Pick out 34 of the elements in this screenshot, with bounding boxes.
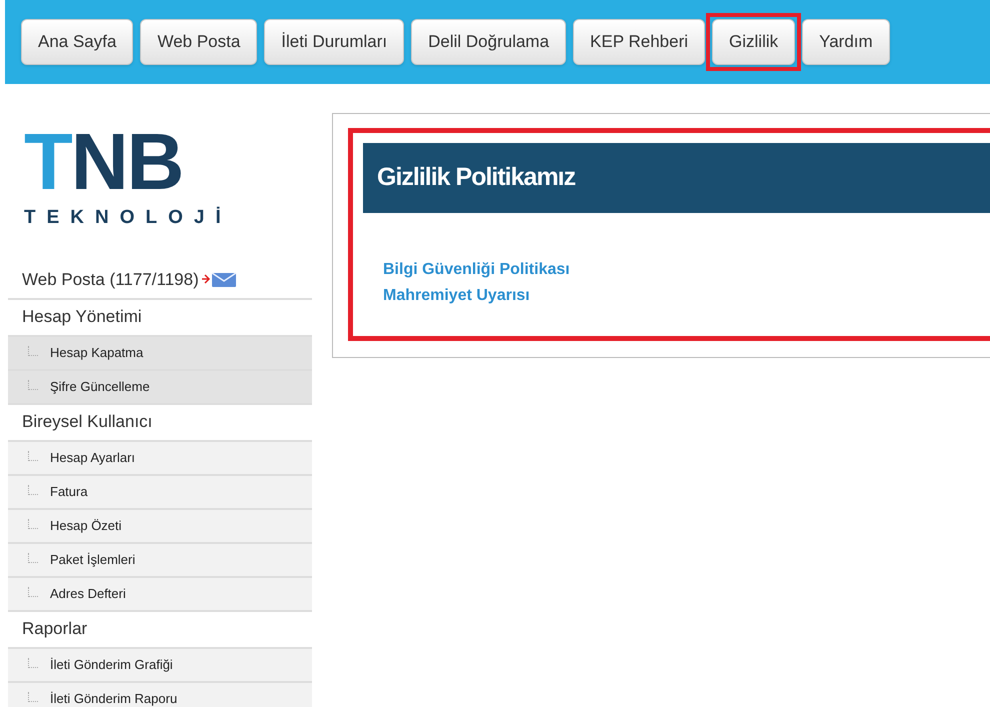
tree-line-icon — [28, 518, 38, 528]
menu-section-title: Bireysel Kullanıcı — [22, 411, 152, 434]
nav-button[interactable]: Delil Doğrulama — [411, 19, 566, 65]
tree-line-icon — [28, 484, 38, 494]
nav-button[interactable]: KEP Rehberi — [573, 19, 706, 65]
tree-line-icon — [28, 658, 38, 668]
nav-button[interactable]: Web Posta — [140, 19, 258, 65]
tree-line-icon — [28, 586, 38, 596]
submenu-item[interactable]: İleti Gönderim Raporu — [8, 682, 312, 707]
tree-line-icon — [28, 450, 38, 460]
tree-line-icon — [28, 346, 38, 356]
nav-button[interactable]: Gizlilik — [712, 19, 796, 65]
menu-section-title: Raporlar — [22, 618, 88, 640]
tree-line-icon — [28, 380, 38, 390]
submenu-item[interactable]: Adres Defteri — [8, 578, 312, 612]
submenu-item[interactable]: Hesap Ayarları — [8, 442, 312, 476]
tree-line-icon — [28, 552, 38, 562]
company-logo: TNB TEKNOLOJİ — [24, 122, 233, 230]
submenu-item[interactable]: İleti Gönderim Grafiği — [8, 648, 312, 682]
menu-section-title: Hesap Yönetimi — [22, 306, 142, 328]
submenu-item[interactable]: Fatura — [8, 476, 312, 510]
tree-line-icon — [28, 692, 38, 702]
submenu-item[interactable]: Şifre Güncelleme — [8, 370, 312, 404]
nav-button[interactable]: İleti Durumları — [264, 19, 404, 65]
nav-button[interactable]: Ana Sayfa — [21, 19, 134, 65]
submenu-item[interactable]: Hesap Özeti — [8, 510, 312, 544]
policy-link[interactable]: Mahremiyet Uyarısı — [383, 284, 530, 308]
policy-link[interactable]: Bilgi Güvenliği Politikası — [383, 258, 570, 282]
submenu-item[interactable]: Hesap Kapatma — [8, 336, 312, 370]
submenu-item[interactable]: Paket İşlemleri — [8, 544, 312, 578]
new-mail-icon — [200, 272, 237, 288]
menu-link[interactable]: Web Posta (1177/1198) — [22, 267, 199, 293]
nav-button[interactable]: Yardım — [802, 19, 890, 65]
page-title: Gizlilik Politikamız — [377, 162, 576, 194]
